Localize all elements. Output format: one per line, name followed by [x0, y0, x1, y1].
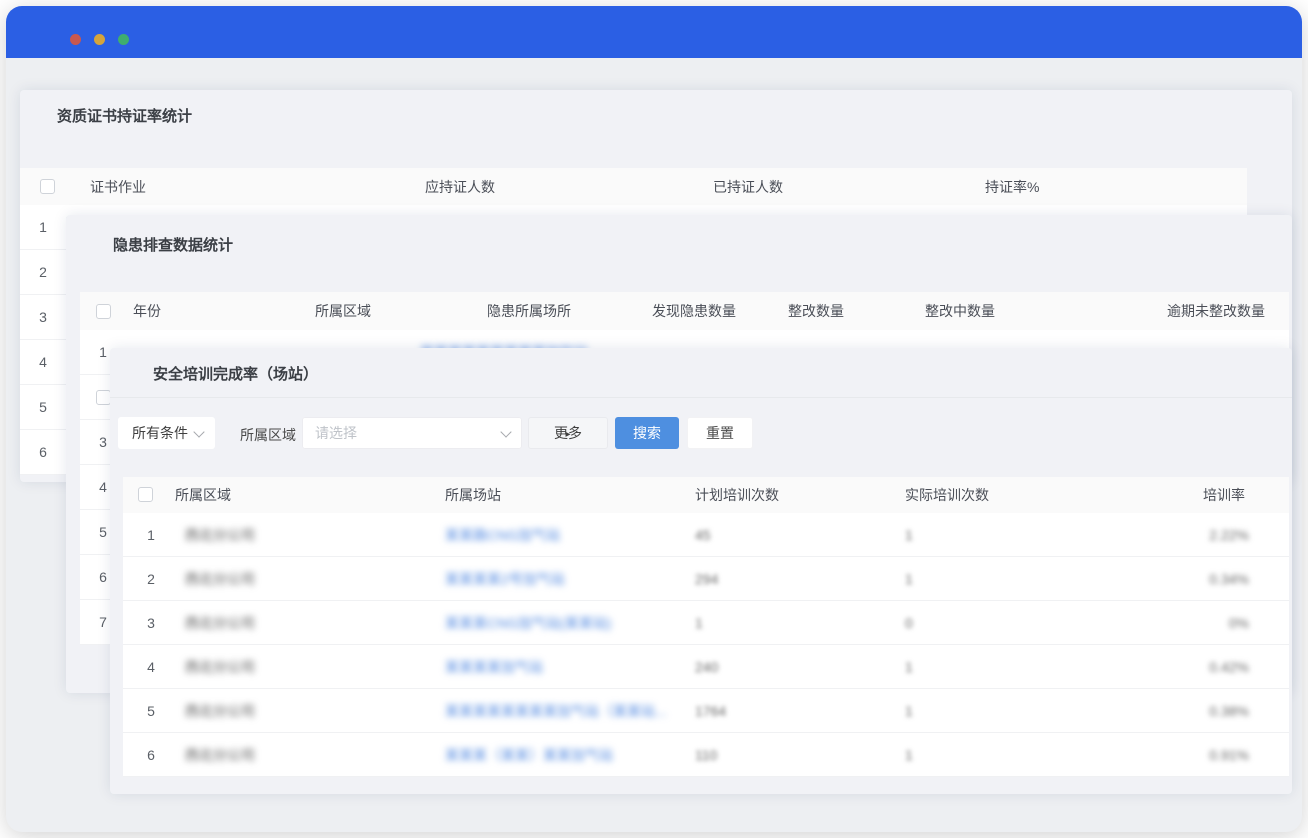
chevron-down-icon [193, 426, 204, 437]
station-link[interactable]: 某某某（某某）某某加气站 [445, 745, 613, 765]
column-header-actual: 实际培训次数 [905, 485, 989, 505]
reset-button[interactable]: 重置 [687, 417, 753, 449]
actual-cell: 1 [905, 703, 913, 719]
station-link[interactable]: 某某某CNG加气站(某某站) [445, 613, 611, 633]
station-link[interactable]: 某某路CNG加气站 [445, 525, 560, 545]
window-titlebar [6, 6, 1302, 58]
hazard-table-header: 年份 所属区域 隐患所属场所 发现隐患数量 整改数量 整改中数量 逾期未整改数量 [80, 292, 1289, 330]
rate-cell: 0% [1229, 615, 1249, 631]
select-all-checkbox[interactable] [138, 487, 153, 502]
region-cell: 西北分公司 [185, 525, 255, 545]
table-row: 3 [20, 295, 66, 340]
column-header-region: 所属区域 [175, 485, 231, 505]
region-cell: 西北分公司 [185, 745, 255, 765]
actual-cell: 1 [905, 527, 913, 543]
column-header-required: 应持证人数 [425, 177, 495, 197]
rate-cell: 2.22% [1209, 527, 1249, 543]
row-checkbox[interactable] [96, 390, 111, 405]
panel-title: 资质证书持证率统计 [57, 105, 192, 126]
training-table-header: 所属区域 所属场站 计划培训次数 实际培训次数 培训率 [123, 477, 1289, 513]
planned-cell: 240 [695, 659, 718, 675]
region-cell: 西北分公司 [185, 657, 255, 677]
planned-cell: 110 [695, 747, 717, 763]
column-header-place: 隐患所属场所 [487, 301, 571, 321]
column-header-rectified: 整改数量 [788, 301, 844, 321]
window-close-button[interactable] [70, 34, 81, 45]
region-cell: 西北分公司 [185, 701, 255, 721]
planned-cell: 1764 [695, 703, 726, 719]
column-header-year: 年份 [133, 301, 161, 321]
table-row: 1 [20, 205, 66, 250]
table-row: 1 西北分公司 某某路CNG加气站 45 1 2.22% [123, 513, 1289, 557]
condition-dropdown[interactable]: 所有条件 [118, 417, 215, 449]
table-row: 3 西北分公司 某某某CNG加气站(某某站) 1 0 0% [123, 601, 1289, 645]
app-window: 资质证书持证率统计 证书作业 应持证人数 已持证人数 持证率% 1 2 3 4 … [6, 6, 1302, 832]
table-row: 4 西北分公司 某某某某加气站 240 1 0.42% [123, 645, 1289, 689]
rate-cell: 0.38% [1209, 703, 1249, 719]
region-select-input[interactable] [302, 417, 522, 449]
table-row: 5 [20, 385, 66, 430]
table-row: 5 西北分公司 某某某某某某某某加气站（某某站... 1764 1 0.38% [123, 689, 1289, 733]
actual-cell: 1 [905, 571, 913, 587]
table-row: 2 [20, 250, 66, 295]
table-row: 4 [20, 340, 66, 385]
planned-cell: 1 [695, 615, 703, 631]
actual-cell: 0 [905, 615, 913, 631]
planned-cell: 294 [695, 571, 718, 587]
column-header-rate: 持证率% [985, 177, 1039, 197]
column-header-region: 所属区域 [315, 301, 371, 321]
panel-title: 隐患排查数据统计 [113, 234, 233, 255]
column-header-planned: 计划培训次数 [695, 485, 779, 505]
rate-cell: 0.34% [1209, 571, 1249, 587]
column-header-station: 所属场站 [445, 485, 501, 505]
actual-cell: 1 [905, 659, 913, 675]
table-row: 6 [20, 430, 66, 475]
column-header-overdue: 逾期未整改数量 [1167, 301, 1265, 321]
rate-cell: 0.91% [1209, 747, 1249, 763]
region-cell: 西北分公司 [185, 569, 255, 589]
panel-title: 安全培训完成率（场站） [153, 363, 318, 384]
actual-cell: 1 [905, 747, 913, 763]
rate-cell: 0.42% [1209, 659, 1249, 675]
search-button[interactable]: 搜索 [615, 417, 679, 449]
column-header-job: 证书作业 [90, 177, 146, 197]
station-link[interactable]: 某某某某某某某某加气站（某某站... [445, 701, 667, 721]
divider [110, 397, 1292, 398]
column-header-rectifying: 整改中数量 [925, 301, 995, 321]
region-cell: 西北分公司 [185, 613, 255, 633]
panel-training-stats: 安全培训完成率（场站） 所有条件 所属区域 更多 ▸ 搜索 重置 所属区域 所属… [110, 348, 1292, 794]
certificate-row-number-column: 1 2 3 4 5 6 [20, 205, 66, 475]
region-select[interactable] [302, 417, 522, 449]
window-minimize-button[interactable] [94, 34, 105, 45]
more-filters-button[interactable]: 更多 ▸ [528, 417, 608, 449]
station-link[interactable]: 某某某某加气站 [445, 657, 543, 677]
column-header-held: 已持证人数 [713, 177, 783, 197]
training-table-body: 1 西北分公司 某某路CNG加气站 45 1 2.22% 2 西北分公司 某某某… [123, 513, 1289, 777]
station-link[interactable]: 某某某某2号加气站 [445, 569, 565, 589]
planned-cell: 45 [695, 527, 711, 543]
column-header-found: 发现隐患数量 [652, 301, 736, 321]
region-filter-label: 所属区域 [240, 425, 296, 445]
window-maximize-button[interactable] [118, 34, 129, 45]
caret-right-icon: ▸ [565, 429, 570, 440]
select-all-checkbox[interactable] [40, 179, 55, 194]
table-row: 6 西北分公司 某某某（某某）某某加气站 110 1 0.91% [123, 733, 1289, 777]
table-row: 2 西北分公司 某某某某2号加气站 294 1 0.34% [123, 557, 1289, 601]
column-header-rate: 培训率 [1203, 485, 1245, 505]
certificate-table-header: 证书作业 应持证人数 已持证人数 持证率% [20, 168, 1247, 205]
select-all-checkbox[interactable] [96, 304, 111, 319]
